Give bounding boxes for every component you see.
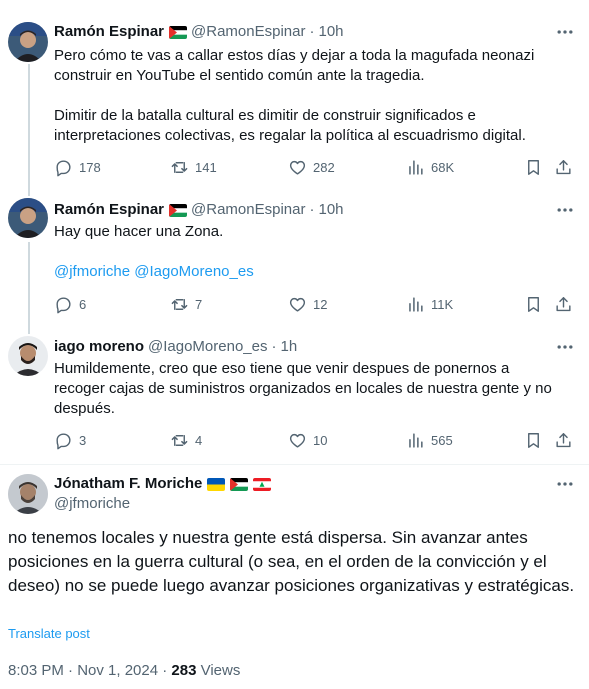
heart-icon [289, 297, 306, 312]
user-handle[interactable]: @RamonEspinar [191, 22, 305, 42]
share-button[interactable] [554, 157, 573, 177]
tweet-meta: 8:03 PM · Nov 1, 2024 · 283 Views [8, 662, 240, 679]
bookmark-icon [528, 159, 539, 175]
bookmark-icon [528, 432, 539, 448]
separator-dot: · [309, 201, 315, 218]
like-count: 12 [313, 296, 328, 312]
views-button[interactable]: 68K [406, 157, 454, 177]
timestamp[interactable]: 10h [318, 22, 343, 42]
main-tweet-text: no tenemos locales y nuestra gente está … [8, 528, 575, 595]
tweet-3[interactable]: iago moreno @IagoMoreno_es · 1h Humildem… [0, 330, 589, 460]
heart-icon [289, 160, 306, 175]
share-button[interactable] [554, 294, 573, 314]
tweet-text: Hay que hacer una Zona. [54, 223, 224, 240]
reply-button[interactable]: 6 [54, 294, 86, 314]
retweet-count: 7 [195, 296, 203, 312]
heart-icon [289, 433, 306, 448]
bookmark-button[interactable] [524, 157, 543, 177]
timestamp[interactable]: 10h [318, 200, 343, 220]
display-name[interactable]: Ramón Espinar [54, 200, 164, 220]
avatar[interactable] [8, 474, 48, 514]
avatar[interactable] [8, 336, 48, 376]
action-bar: 6 7 12 11K [54, 294, 574, 314]
ukraine-flag-icon [207, 477, 226, 491]
bookmark-button[interactable] [524, 294, 543, 314]
share-icon [556, 159, 571, 174]
view-count: 565 [431, 432, 453, 448]
views-count: 283 [171, 662, 197, 679]
tweet-header: iago moreno @IagoMoreno_es · 1h [54, 337, 297, 357]
user-handle[interactable]: @RamonEspinar [191, 200, 305, 220]
action-bar: 3 4 10 565 [54, 430, 574, 450]
bookmark-button[interactable] [524, 430, 543, 450]
reply-count: 178 [79, 159, 101, 175]
analytics-icon [409, 432, 423, 448]
palestine-flag-icon [169, 203, 188, 217]
reply-button[interactable]: 178 [54, 157, 101, 177]
retweet-button[interactable]: 141 [170, 157, 217, 177]
views-button[interactable]: 565 [406, 430, 453, 450]
user-handle[interactable]: @jfmoriche [54, 494, 130, 514]
like-count: 282 [313, 159, 335, 175]
palestine-flag-icon [169, 25, 188, 39]
like-button[interactable]: 12 [288, 294, 327, 314]
reply-count: 6 [79, 296, 87, 312]
view-count: 11K [431, 296, 454, 312]
lebanon-flag-icon [253, 477, 272, 491]
timestamp[interactable]: 1h [280, 337, 297, 357]
retweet-icon [171, 161, 188, 173]
reply-icon [56, 432, 71, 449]
like-button[interactable]: 282 [288, 157, 335, 177]
translate-post-link[interactable]: Translate post [8, 626, 90, 641]
separator-dot: · [271, 338, 277, 355]
view-count: 68K [431, 159, 455, 175]
palestine-flag-icon [230, 477, 249, 491]
views-label: Views [196, 662, 241, 679]
more-options-icon[interactable] [555, 200, 575, 220]
display-name[interactable]: iago moreno [54, 337, 144, 357]
analytics-icon [409, 296, 423, 312]
avatar[interactable] [8, 198, 48, 238]
reply-button[interactable]: 3 [54, 430, 86, 450]
post-date[interactable]: 8:03 PM · Nov 1, 2024 · [8, 662, 171, 679]
separator-dot: · [309, 23, 315, 40]
more-options-icon[interactable] [555, 474, 575, 494]
tweet-text: Pero cómo te vas a callar estos días y d… [54, 47, 535, 144]
tweet-1[interactable]: Ramón Espinar @RamonEspinar · 10h Pero c… [0, 0, 589, 190]
like-count: 10 [313, 432, 328, 448]
share-button[interactable] [554, 430, 573, 450]
main-author: Jónatham F. Moriche [54, 474, 272, 494]
tweet-header: Ramón Espinar @RamonEspinar · 10h [54, 22, 344, 42]
tweet-text: Humildemente, creo que eso tiene que ven… [54, 360, 556, 417]
reply-icon [56, 159, 71, 176]
share-icon [556, 296, 571, 311]
display-name[interactable]: Jónatham F. Moriche [54, 474, 202, 494]
more-options-icon[interactable] [555, 22, 575, 42]
tweet-header: Ramón Espinar @RamonEspinar · 10h [54, 200, 344, 220]
reply-count: 3 [79, 432, 87, 448]
user-handle[interactable]: @IagoMoreno_es [148, 337, 267, 357]
action-bar: 178 141 282 68K [54, 157, 574, 177]
retweet-count: 4 [195, 432, 203, 448]
retweet-icon [171, 298, 188, 310]
retweet-button[interactable]: 4 [170, 430, 202, 450]
share-icon [556, 432, 571, 447]
retweet-count: 141 [195, 159, 217, 175]
analytics-icon [409, 159, 423, 175]
retweet-icon [171, 434, 188, 446]
avatar[interactable] [8, 22, 48, 62]
divider [0, 464, 589, 465]
views-button[interactable]: 11K [406, 294, 453, 314]
display-name[interactable]: Ramón Espinar [54, 22, 164, 42]
retweet-button[interactable]: 7 [170, 294, 202, 314]
like-button[interactable]: 10 [288, 430, 327, 450]
more-options-icon[interactable] [555, 337, 575, 357]
reply-icon [56, 296, 71, 313]
tweet-2[interactable]: Ramón Espinar @RamonEspinar · 10h Hay qu… [0, 190, 589, 330]
bookmark-icon [528, 296, 539, 312]
mention-links[interactable]: @jfmoriche @IagoMoreno_es [54, 262, 564, 282]
